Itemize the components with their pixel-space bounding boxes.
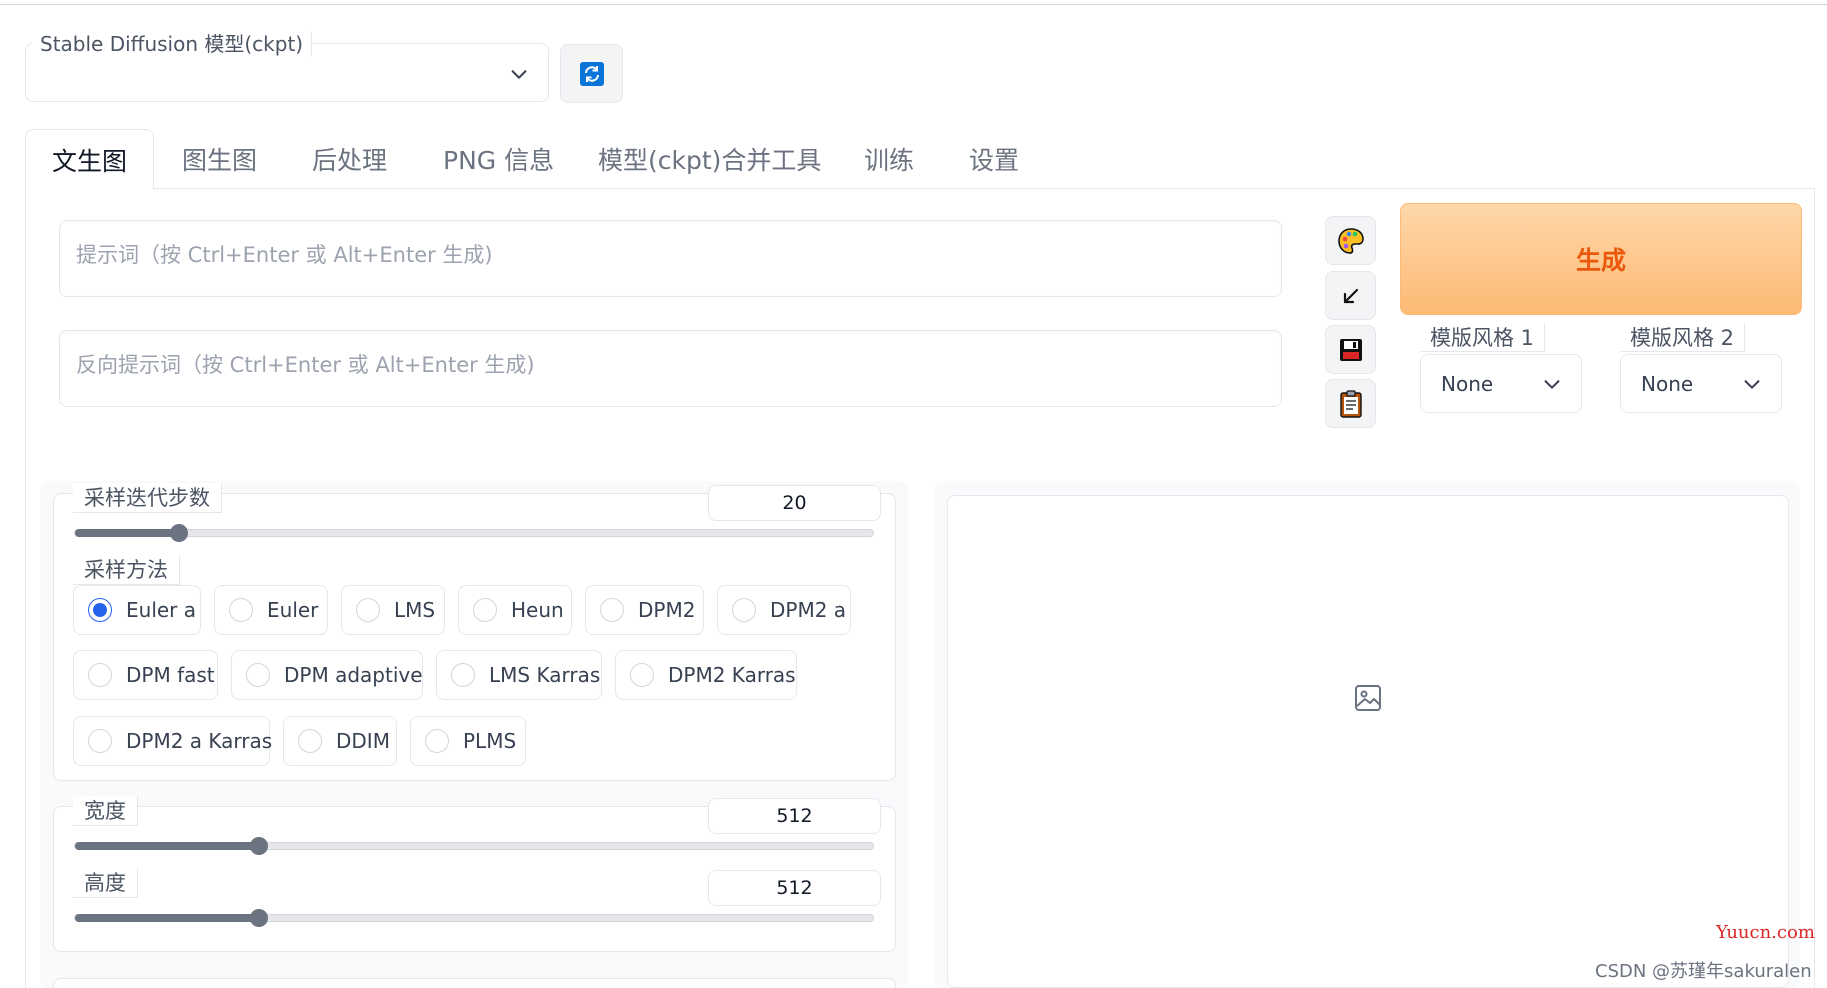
sampler-option-label: Euler xyxy=(267,598,319,622)
style-2-select[interactable]: None xyxy=(1620,354,1782,413)
sampler-option[interactable]: DPM adaptive xyxy=(231,650,423,700)
clipboard-icon xyxy=(1339,389,1362,418)
sampler-option[interactable]: Euler a xyxy=(73,585,201,635)
refresh-models-button[interactable] xyxy=(560,44,623,103)
negative-prompt-input[interactable]: 反向提示词（按 Ctrl+Enter 或 Alt+Enter 生成) xyxy=(59,330,1282,407)
sampling-steps-slider[interactable] xyxy=(74,524,874,542)
panel-border-right xyxy=(1814,188,1815,988)
save-style-button[interactable] xyxy=(1325,325,1376,374)
tab-train[interactable]: 训练 xyxy=(864,129,914,189)
tab-checkpoint-merger[interactable]: 模型(ckpt)合并工具 xyxy=(598,129,821,189)
sampling-steps-input[interactable]: 20 xyxy=(708,485,881,521)
panel-border-left xyxy=(25,188,26,988)
sampling-steps-label: 采样迭代步数 xyxy=(73,483,222,513)
radio-dot xyxy=(473,598,497,622)
sampling-method-label: 采样方法 xyxy=(73,555,180,585)
sampler-option[interactable]: LMS Karras xyxy=(436,650,602,700)
tab-txt2img[interactable]: 文生图 xyxy=(25,129,154,189)
radio-dot xyxy=(88,598,112,622)
sampler-option[interactable]: DPM2 a xyxy=(717,585,851,635)
radio-dot xyxy=(88,729,112,753)
radio-dot xyxy=(298,729,322,753)
sampler-option-label: DPM2 a xyxy=(770,598,847,622)
tab-img2img[interactable]: 图生图 xyxy=(182,129,257,189)
style-1-value: None xyxy=(1441,371,1494,396)
sampler-option-label: Euler a xyxy=(126,598,197,622)
model-select-label: Stable Diffusion 模型(ckpt) xyxy=(32,31,313,57)
sampler-option-label: DPM fast xyxy=(126,663,215,687)
sampler-option[interactable]: PLMS xyxy=(410,716,526,766)
slider-fill xyxy=(75,529,179,537)
watermark-csdn: CSDN @苏瑾年sakuralen xyxy=(1595,961,1812,982)
chevron-down-icon xyxy=(1744,380,1760,389)
slider-fill xyxy=(75,914,259,922)
radio-dot xyxy=(451,663,475,687)
sampler-option[interactable]: Heun xyxy=(458,585,572,635)
height-label: 高度 xyxy=(73,868,138,898)
sampler-option[interactable]: DPM2 xyxy=(585,585,704,635)
sampler-option-label: LMS xyxy=(394,598,436,622)
sampler-option-label: PLMS xyxy=(463,729,517,753)
sampler-option-label: DPM adaptive xyxy=(284,663,423,687)
output-gallery xyxy=(947,495,1789,988)
palette-icon xyxy=(1337,227,1364,254)
read-params-button[interactable] xyxy=(1325,271,1376,320)
tab-png-info[interactable]: PNG 信息 xyxy=(443,129,554,189)
sampler-option[interactable]: DPM2 a Karras xyxy=(73,716,273,766)
chevron-down-icon[interactable] xyxy=(508,63,530,85)
radio-dot xyxy=(229,598,253,622)
height-input[interactable]: 512 xyxy=(708,870,881,906)
sampler-option[interactable]: DPM fast xyxy=(73,650,218,700)
tab-extras[interactable]: 后处理 xyxy=(312,129,387,189)
interrogate-button[interactable] xyxy=(1325,216,1376,265)
sampler-option[interactable]: LMS xyxy=(341,585,445,635)
style-2-value: None xyxy=(1641,371,1694,396)
sampler-option-label: DPM2 a Karras xyxy=(126,729,273,753)
slider-thumb[interactable] xyxy=(169,524,188,542)
width-input[interactable]: 512 xyxy=(708,798,881,834)
slider-thumb[interactable] xyxy=(249,909,268,927)
style-1-select[interactable]: None xyxy=(1420,354,1582,413)
radio-dot xyxy=(246,663,270,687)
image-icon xyxy=(1355,685,1381,711)
sampler-option[interactable]: DDIM xyxy=(283,716,397,766)
next-group xyxy=(53,978,896,988)
sampler-option-label: DDIM xyxy=(336,729,390,753)
chevron-down-icon xyxy=(1544,380,1560,389)
sampler-option-label: Heun xyxy=(511,598,564,622)
radio-dot xyxy=(356,598,380,622)
radio-dot xyxy=(630,663,654,687)
radio-dot xyxy=(732,598,756,622)
sampler-option[interactable]: Euler xyxy=(214,585,328,635)
height-slider[interactable] xyxy=(74,909,874,927)
apply-style-button[interactable] xyxy=(1325,379,1376,428)
radio-dot xyxy=(425,729,449,753)
watermark-yuucn: Yuucn.com xyxy=(1716,922,1815,943)
arrow-down-left-icon xyxy=(1343,288,1358,303)
generate-button[interactable]: 生成 xyxy=(1400,203,1802,315)
sampler-option-label: DPM2 Karras xyxy=(668,663,796,687)
save-icon xyxy=(1339,338,1362,361)
tab-settings[interactable]: 设置 xyxy=(969,129,1019,189)
radio-dot xyxy=(88,663,112,687)
style-1-label: 模版风格 1 xyxy=(1420,324,1546,352)
width-slider[interactable] xyxy=(74,837,874,855)
width-label: 宽度 xyxy=(73,796,138,826)
prompt-input[interactable]: 提示词（按 Ctrl+Enter 或 Alt+Enter 生成) xyxy=(59,220,1282,297)
slider-fill xyxy=(75,842,259,850)
slider-thumb[interactable] xyxy=(249,837,268,855)
radio-dot xyxy=(600,598,624,622)
style-2-label: 模版风格 2 xyxy=(1620,324,1746,352)
sampler-option-label: DPM2 xyxy=(638,598,696,622)
sampler-option-label: LMS Karras xyxy=(489,663,601,687)
sampler-option[interactable]: DPM2 Karras xyxy=(615,650,797,700)
top-divider xyxy=(0,4,1827,5)
refresh-icon xyxy=(579,61,604,86)
